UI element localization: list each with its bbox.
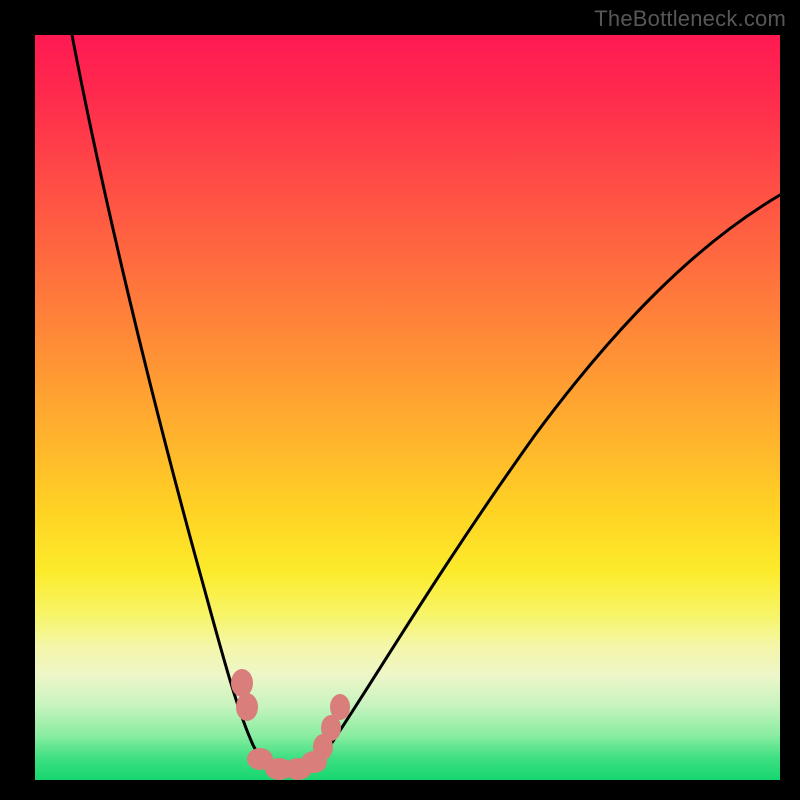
bottleneck-curve <box>72 35 780 776</box>
marker-dot <box>231 669 253 697</box>
marker-dot <box>330 694 350 720</box>
curve-layer <box>35 35 780 780</box>
marker-group <box>231 669 350 780</box>
watermark-label: TheBottleneck.com <box>594 6 786 32</box>
chart-frame: TheBottleneck.com <box>0 0 800 800</box>
marker-dot <box>236 693 258 721</box>
plot-area <box>35 35 780 780</box>
